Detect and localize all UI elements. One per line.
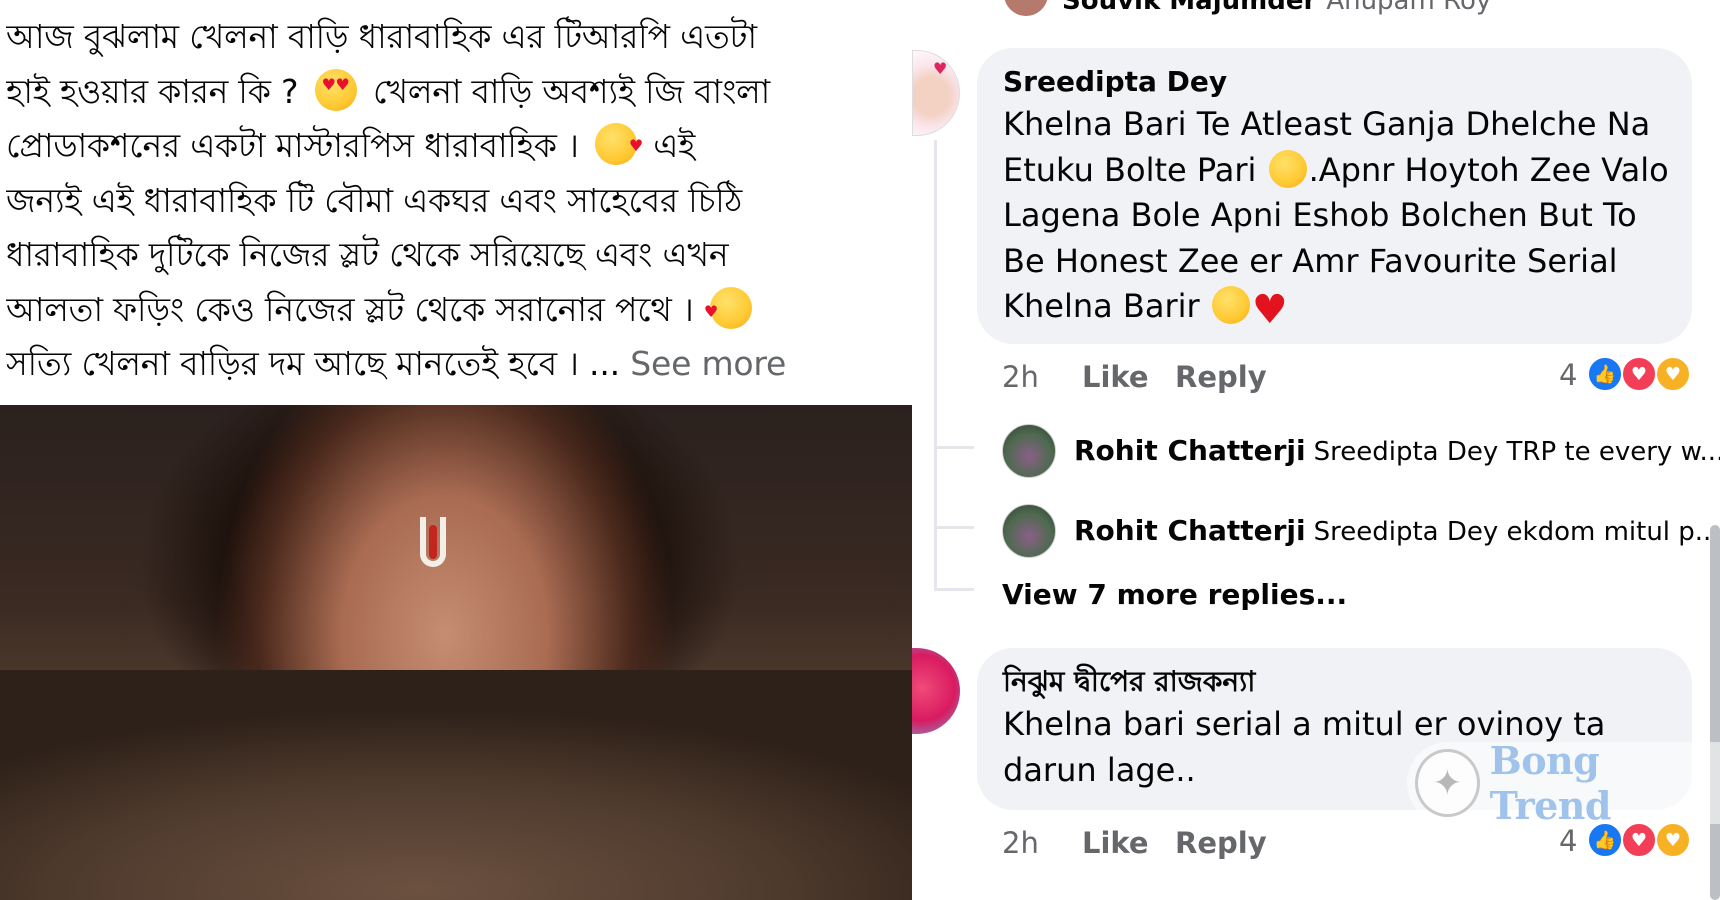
photo-sand — [0, 670, 912, 900]
comment-fragment: Etuku Bolte Pari — [1003, 150, 1267, 189]
comment-text: Anupam Roy — [1326, 0, 1492, 16]
comment-fragment: .Apnr Hoytoh Zee Valo — [1308, 150, 1669, 189]
like-reaction-icon: 👍 — [1587, 822, 1623, 858]
comment-line: Be Honest Zee er Amr Favourite Serial — [1003, 241, 1618, 280]
love-reaction-icon: ♥ — [1621, 822, 1657, 858]
reply-preview[interactable]: Rohit Chatterji Sreedipta Dey ekdom mitul… — [1074, 504, 1720, 559]
post-text-fragment: সত্যি খেলনা বাড়ির দম আছে মানতেই হবে । .… — [6, 344, 631, 383]
reaction-summary[interactable]: 4 👍 ♥ ♥ — [1559, 356, 1699, 396]
post-line: জন্যই এই ধারাবাহিক টি বৌমা একঘর এবং সাহে… — [6, 180, 743, 220]
comment-line: Lagena Bole Apni Eshob Bolchen But To — [1003, 196, 1637, 234]
flame-logo-icon: ✦ — [1415, 749, 1480, 817]
like-button[interactable]: Like — [1082, 360, 1149, 394]
post-line: হাই হওয়ার কারন কি ? খেলনা বাড়ি অবশ্যই … — [6, 65, 906, 120]
comment-text: Khelna Bari Te Atleast Ganja Dhelche Na … — [1003, 102, 1669, 330]
smiling-hearts-emoji-icon — [704, 285, 752, 337]
comment-author[interactable]: Souvik Majumder — [1062, 0, 1316, 16]
reaction-summary[interactable]: 4 👍 ♥ ♥ — [1559, 822, 1699, 862]
thread-line — [934, 526, 974, 529]
comment-author[interactable]: নিঝুম দ্বীপের রাজকন্যা — [1003, 662, 1664, 702]
comment-line: Etuku Bolte Pari .Apnr Hoytoh Zee Valo — [1003, 148, 1669, 194]
see-more-link[interactable]: See more — [630, 344, 786, 383]
post-text-fragment: প্রোডাকশনের একটা মাস্টারপিস ধারাবাহিক । — [6, 126, 589, 165]
post-panel: আজ বুঝলাম খেলনা বাড়ি ধারাবাহিক এর টিআরপ… — [0, 0, 912, 900]
post-text-fragment: হাই হওয়ার কারন কি ? — [6, 71, 309, 111]
post-text-fragment: এই — [642, 126, 696, 165]
avatar[interactable] — [1002, 504, 1056, 558]
heart-eyes-emoji-icon — [314, 68, 357, 111]
reply-text: Sreedipta Dey ekdom mitul p... — [1313, 517, 1720, 547]
reaction-count: 4 — [1559, 824, 1578, 858]
previous-comment: Souvik Majumder Anupam Roy — [1062, 0, 1491, 16]
like-button[interactable]: Like — [1082, 826, 1149, 860]
comment-actions: 2h Like Reply — [1002, 826, 1302, 866]
post-text: আজ বুঝলাম খেলনা বাড়ি ধারাবাহিক এর টিআরপ… — [6, 10, 906, 392]
post-line: আলতা ফড়িং কেও নিজের স্লট থেকে সরানোর পথ… — [6, 283, 906, 337]
thread-line — [934, 140, 937, 588]
post-line: সত্যি খেলনা বাড়ির দম আছে মানতেই হবে । .… — [6, 337, 906, 392]
raised-eyebrow-emoji-icon — [1268, 149, 1307, 188]
comment-line: Khelna Barir ♥ — [1003, 284, 1664, 330]
watermark-text: Bong Trend — [1489, 738, 1612, 828]
avatar[interactable] — [912, 50, 960, 136]
reply-preview[interactable]: Rohit Chatterji Sreedipta Dey TRP te ever… — [1074, 424, 1720, 479]
post-line: ধারাবাহিক দুটিকে নিজের স্লট থেকে সরিয়েছ… — [6, 235, 729, 274]
post-line: আজ বুঝলাম খেলনা বাড়ি ধারাবাহিক এর টিআরপ… — [6, 17, 757, 56]
reply-author[interactable]: Rohit Chatterji — [1074, 514, 1306, 547]
comment-fragment: Khelna Barir — [1003, 287, 1210, 325]
post-photo[interactable] — [0, 405, 912, 900]
comment-bubble: Sreedipta Dey Khelna Bari Te Atleast Gan… — [977, 48, 1692, 344]
post-text-fragment: আলতা ফড়িং কেও নিজের স্লট থেকে সরানোর পথ… — [6, 289, 704, 329]
care-reaction-icon: ♥ — [1655, 356, 1691, 392]
thread-line — [934, 588, 974, 591]
avatar[interactable] — [1002, 424, 1056, 478]
scrollbar[interactable] — [1710, 525, 1720, 900]
comment-time[interactable]: 2h — [1002, 826, 1039, 860]
avatar[interactable] — [1004, 0, 1048, 16]
reply-button[interactable]: Reply — [1175, 360, 1267, 394]
love-reaction-icon: ♥ — [1621, 356, 1657, 392]
comment-actions: 2h Like Reply — [1002, 360, 1302, 400]
watermark: ✦ Bong Trend — [1407, 738, 1720, 828]
post-text-fragment: খেলনা বাড়ি অবশ্যই জি বাংলা — [362, 71, 771, 111]
reply-author[interactable]: Rohit Chatterji — [1074, 434, 1306, 467]
reply-button[interactable]: Reply — [1175, 826, 1267, 860]
kissing-heart-emoji-icon — [594, 119, 643, 174]
reply-text: Sreedipta Dey TRP te every w... — [1313, 437, 1720, 467]
comment-line: Khelna Bari Te Atleast Ganja Dhelche Na — [1003, 105, 1651, 143]
comment-author[interactable]: Sreedipta Dey — [1003, 62, 1664, 102]
comment-time[interactable]: 2h — [1002, 360, 1039, 394]
view-more-replies-link[interactable]: View 7 more replies... — [1002, 578, 1347, 611]
photo-tilak-red — [429, 525, 437, 559]
reaction-count: 4 — [1559, 358, 1578, 392]
red-heart-icon: ♥ — [1251, 287, 1288, 333]
post-line: প্রোডাকশনের একটা মাস্টারপিস ধারাবাহিক । … — [6, 119, 906, 174]
thread-line — [934, 446, 974, 449]
relieved-emoji-icon — [1211, 286, 1250, 324]
avatar[interactable] — [912, 648, 960, 734]
care-reaction-icon: ♥ — [1655, 822, 1691, 858]
like-reaction-icon: 👍 — [1587, 356, 1623, 392]
